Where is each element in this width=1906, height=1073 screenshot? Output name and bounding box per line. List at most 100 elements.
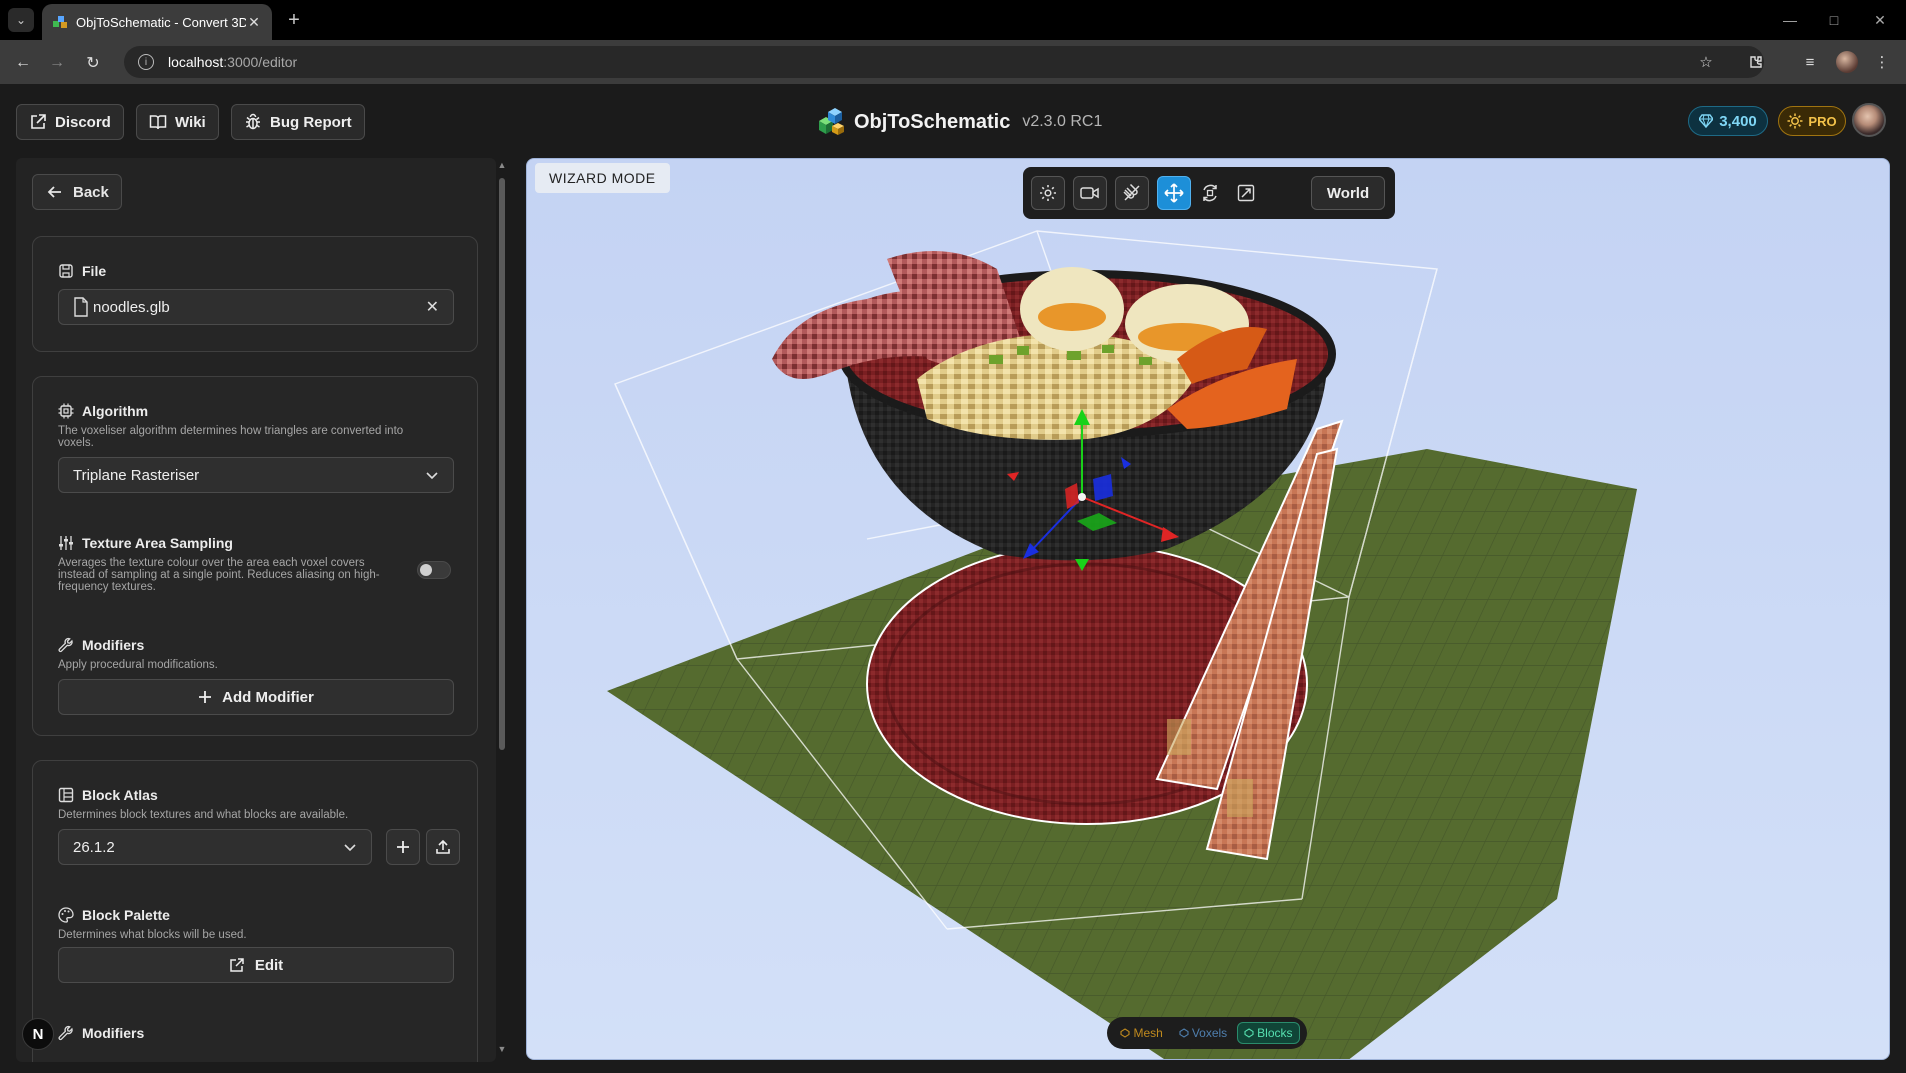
forward-arrow-icon[interactable]: →: [44, 50, 70, 76]
back-button[interactable]: Back: [32, 174, 122, 210]
edit-palette-button[interactable]: Edit: [58, 947, 454, 983]
close-icon[interactable]: ✕: [246, 14, 262, 31]
rotate-tool-button[interactable]: [1193, 176, 1227, 210]
algorithm-title: Algorithm: [58, 403, 148, 419]
browser-toolbar: ← → ↻ i localhost:3000/editor ☆ ≡ ⋮: [0, 40, 1906, 84]
blocks-mode[interactable]: Blocks: [1237, 1022, 1300, 1044]
3d-viewport[interactable]: WIZARD MODE World Mesh Voxels Blocks: [526, 158, 1890, 1060]
file-input[interactable]: noodles.glb ✕: [58, 289, 454, 325]
profile-icon[interactable]: [1836, 51, 1858, 73]
upload-atlas-button[interactable]: [426, 829, 460, 865]
algorithm-title-text: Algorithm: [82, 403, 149, 419]
tab-list-icon[interactable]: ⌄: [8, 8, 34, 32]
upload-icon: [436, 839, 450, 854]
wizard-mode-badge[interactable]: WIZARD MODE: [535, 163, 670, 193]
modifiers-title: Modifiers: [58, 637, 144, 653]
plus-icon: [199, 691, 212, 703]
plus-icon[interactable]: +: [282, 8, 306, 32]
bug-report-button[interactable]: Bug Report: [231, 104, 365, 140]
scale-tool-button[interactable]: [1229, 176, 1263, 210]
reload-icon[interactable]: ↻: [80, 50, 106, 76]
add-modifier-button[interactable]: Add Modifier: [58, 679, 454, 715]
block-palette-title-text: Block Palette: [82, 907, 170, 923]
external-link-icon: [31, 114, 46, 129]
move-tool-button[interactable]: [1157, 176, 1191, 210]
logo-icon: [819, 108, 844, 135]
app-version: v2.3.0 RC1: [1022, 113, 1103, 130]
minimize-icon[interactable]: —: [1770, 8, 1810, 32]
voxeliser-card: Algorithm The voxeliser algorithm determ…: [32, 376, 478, 736]
back-arrow-icon[interactable]: ←: [10, 50, 36, 76]
snap-button[interactable]: [1115, 176, 1149, 210]
browser-tab[interactable]: ObjToSchematic - Convert 3D m ✕: [42, 4, 272, 40]
kebab-menu-icon[interactable]: ⋮: [1870, 50, 1894, 74]
voxel-scene[interactable]: [527, 159, 1890, 1060]
browser-tab-strip: ⌄ ObjToSchematic - Convert 3D m ✕ + — □ …: [0, 0, 1906, 40]
bug-report-label: Bug Report: [270, 113, 352, 131]
camera-button[interactable]: [1073, 176, 1107, 210]
texture-sampling-toggle[interactable]: [417, 561, 451, 579]
gems-count: 3,400: [1719, 112, 1757, 130]
scrollbar-thumb[interactable]: [499, 178, 505, 750]
algorithm-selected: Triplane Rasteriser: [73, 466, 200, 484]
address-bar[interactable]: i localhost:3000/editor: [124, 46, 1764, 78]
block-atlas-title-text: Block Atlas: [82, 787, 158, 803]
block-atlas-select[interactable]: 26.1.2: [58, 829, 372, 865]
block-card: Block Atlas Determines block textures an…: [32, 760, 478, 1062]
mesh-icon: [1120, 1028, 1131, 1038]
wrench-icon: [58, 637, 73, 653]
block-atlas-selected: 26.1.2: [73, 838, 115, 856]
voxels-label: Voxels: [1191, 1026, 1228, 1040]
gems-badge[interactable]: 3,400: [1688, 106, 1768, 136]
clear-file-icon[interactable]: ✕: [426, 297, 439, 317]
book-icon: [149, 115, 167, 130]
block-atlas-title: Block Atlas: [58, 787, 158, 803]
magnet-off-icon: [1123, 184, 1140, 201]
app-name: ObjToSchematic: [854, 110, 1011, 133]
settings-button[interactable]: [1031, 176, 1065, 210]
file-title-text: File: [82, 263, 107, 279]
back-label: Back: [73, 183, 109, 201]
diamond-icon: [1699, 114, 1714, 128]
voxel-icon: [1179, 1028, 1189, 1038]
edit-label: Edit: [254, 956, 284, 974]
pro-badge[interactable]: PRO: [1778, 106, 1846, 136]
mesh-mode[interactable]: Mesh: [1114, 1023, 1168, 1043]
media-icon[interactable]: ≡: [1798, 50, 1822, 74]
modifiers-2-title-text: Modifiers: [82, 1025, 145, 1041]
add-atlas-button[interactable]: [386, 829, 420, 865]
voxels-mode[interactable]: Voxels: [1173, 1023, 1233, 1043]
move-arrows-icon: [1164, 183, 1184, 203]
texture-sampling-title-text: Texture Area Sampling: [82, 535, 233, 551]
file-card: File noodles.glb ✕: [32, 236, 478, 352]
world-space-button[interactable]: World: [1311, 176, 1385, 210]
discord-button[interactable]: Discord: [16, 104, 124, 140]
toggle-knob: [420, 564, 432, 576]
blocks-label: Blocks: [1257, 1026, 1293, 1040]
scroll-up-icon[interactable]: ▲: [497, 160, 507, 170]
file-name: noodles.glb: [93, 298, 170, 316]
scale-icon: [1237, 184, 1255, 202]
avatar[interactable]: [1852, 103, 1886, 137]
video-camera-icon: [1080, 187, 1099, 199]
pro-label: PRO: [1808, 113, 1837, 129]
render-mode-bar: Mesh Voxels Blocks: [1107, 1017, 1307, 1049]
tab-title: ObjToSchematic - Convert 3D m: [76, 14, 246, 30]
sun-icon: [1787, 113, 1803, 129]
plus-icon: [397, 841, 409, 853]
close-window-icon[interactable]: ✕: [1860, 8, 1900, 32]
sidebar-scrollbar[interactable]: ▲ ▼: [496, 160, 508, 1060]
scroll-down-icon[interactable]: ▼: [497, 1044, 507, 1054]
info-icon[interactable]: i: [138, 54, 154, 70]
star-icon[interactable]: ☆: [1694, 50, 1718, 74]
dev-indicator[interactable]: N: [22, 1018, 54, 1050]
block-palette-title: Block Palette: [58, 907, 170, 923]
algorithm-select[interactable]: Triplane Rasteriser: [58, 457, 454, 493]
maximize-icon[interactable]: □: [1814, 8, 1854, 32]
extensions-icon[interactable]: [1744, 50, 1768, 74]
external-link-icon: [230, 958, 244, 972]
wiki-button[interactable]: Wiki: [136, 104, 219, 140]
sliders-icon: [59, 536, 73, 550]
atlas-icon: [58, 787, 74, 803]
mesh-label: Mesh: [1133, 1026, 1163, 1040]
